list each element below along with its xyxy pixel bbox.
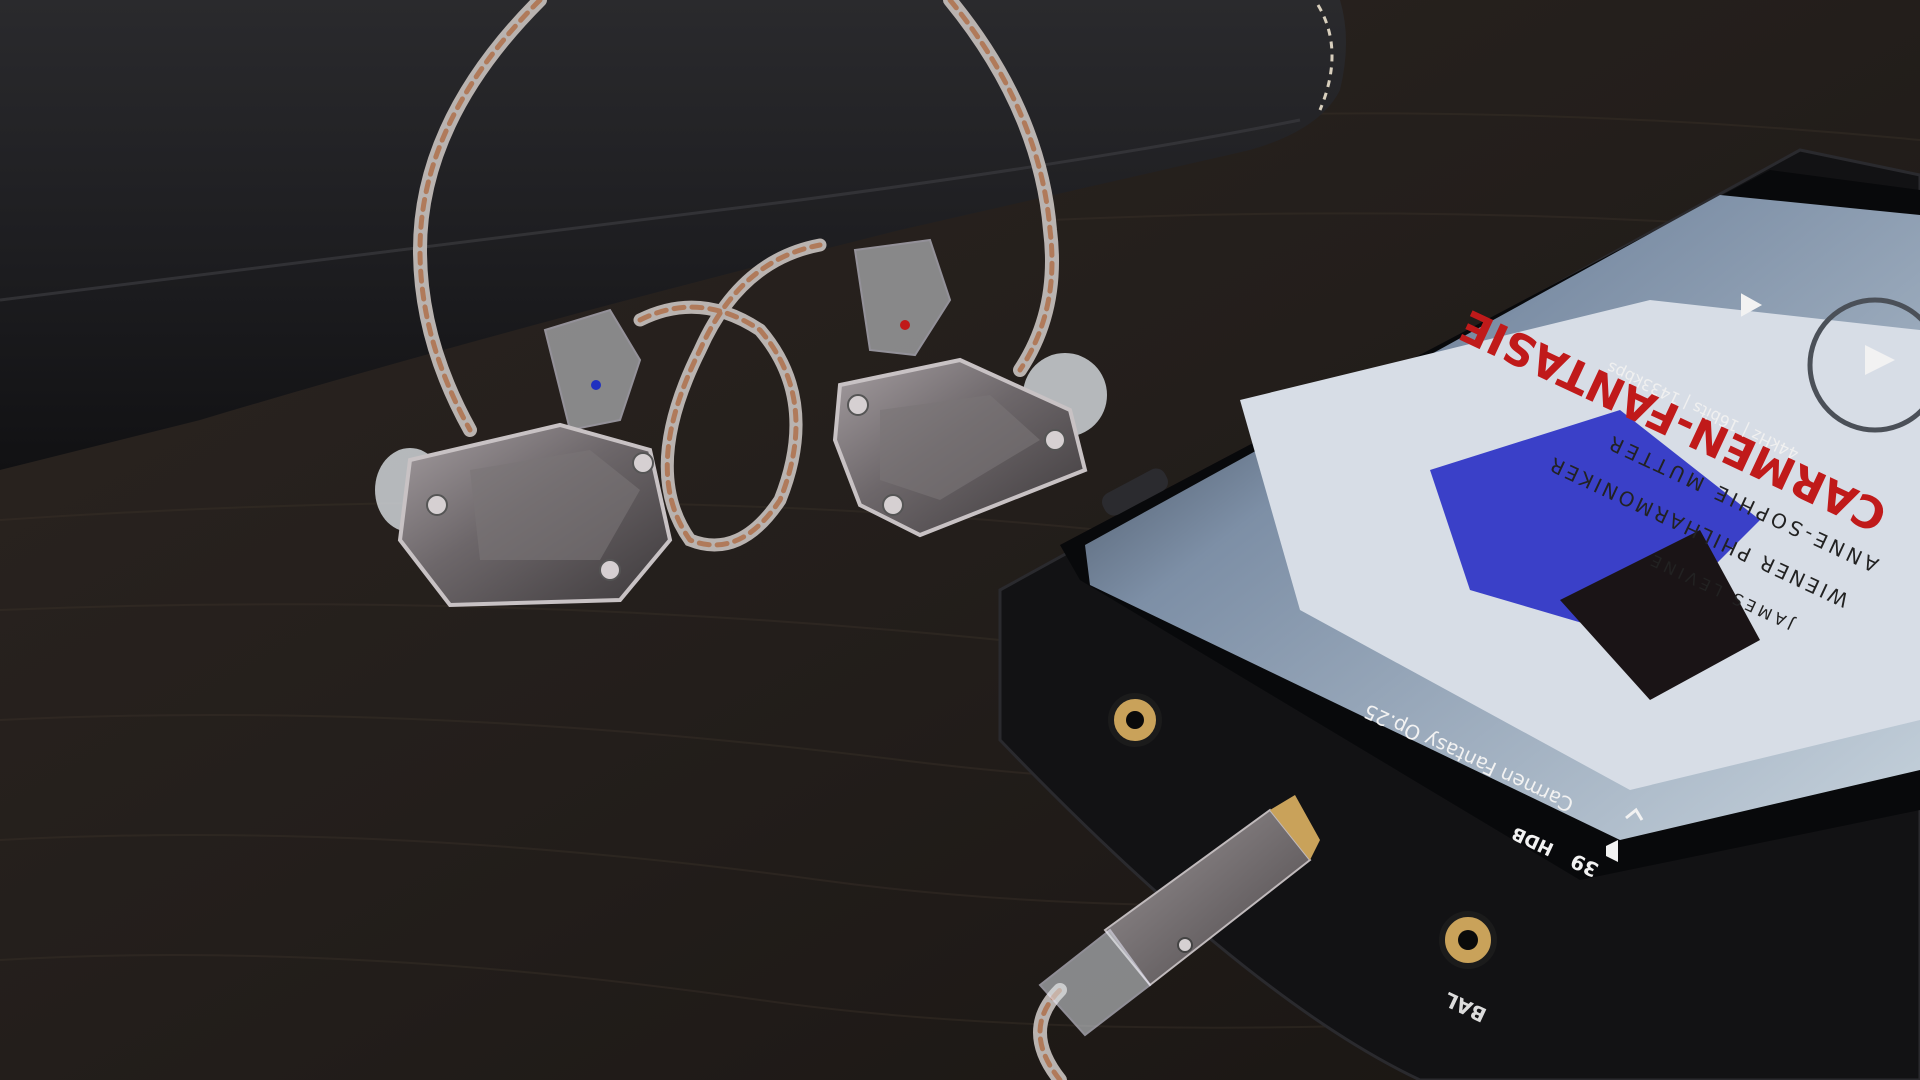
photo-scene: CARMEN-FANTASIE ANNE-SOPHIE MUTTER WIENE… — [0, 0, 1920, 1080]
photo-illustration: CARMEN-FANTASIE ANNE-SOPHIE MUTTER WIENE… — [0, 0, 1920, 1080]
